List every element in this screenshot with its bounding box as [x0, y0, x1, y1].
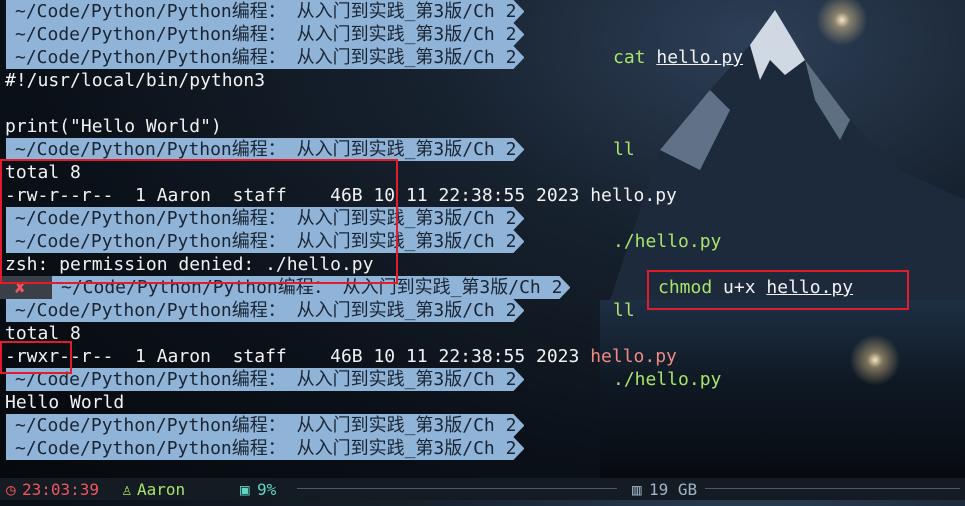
command-text: ./hello.py [613, 369, 722, 390]
memory-graph [705, 488, 960, 489]
status-bar: ◷ 23:03:39 ♙ Aaron ▣ 9% ▥ 19 GB [0, 478, 965, 500]
cpu-icon: ▣ [240, 480, 250, 499]
status-time: 23:03:39 [22, 480, 100, 499]
prompt-line: ~/Code/Python/Python编程： 从入门到实践_第3版/Ch 2 [0, 414, 43, 437]
executable-filename: hello.py [590, 346, 677, 367]
output-line: Hello World [0, 391, 124, 414]
prompt-line: ~/Code/Python/Python编程： 从入门到实践_第3版/Ch 2 [0, 0, 43, 23]
clock-icon: ◷ [6, 480, 16, 499]
prompt-segment: ~/Code/Python/Python编程： 从入门到实践_第3版/Ch 2 [6, 368, 524, 391]
status-cpu: 9% [257, 480, 277, 499]
prompt-segment: ~/Code/Python/Python编程： 从入门到实践_第3版/Ch 2 [6, 138, 524, 161]
command-text: cat hello.py [613, 47, 744, 68]
prompt-line: ~/Code/Python/Python编程： 从入门到实践_第3版/Ch 2 … [0, 299, 635, 322]
output-text: print("Hello World") [5, 116, 222, 137]
highlight-box-chmod-command [647, 270, 909, 310]
prompt-line: ~/Code/Python/Python编程： 从入门到实践_第3版/Ch 2 … [0, 46, 743, 69]
prompt-segment: ~/Code/Python/Python编程： 从入门到实践_第3版/Ch 2 [6, 23, 524, 46]
highlight-box-permission-denied [0, 159, 398, 284]
output-text: -rwxr--r-- 1 Aaron staff 46B 10 11 22:38… [5, 346, 677, 367]
prompt-line: ~/Code/Python/Python编程： 从入门到实践_第3版/Ch 2 [0, 437, 43, 460]
prompt-segment: ~/Code/Python/Python编程： 从入门到实践_第3版/Ch 2 [6, 437, 524, 460]
prompt-segment: ~/Code/Python/Python编程： 从入门到实践_第3版/Ch 2 [6, 0, 524, 23]
prompt-segment: ~/Code/Python/Python编程： 从入门到实践_第3版/Ch 2 [6, 46, 524, 69]
user-icon: ♙ [122, 480, 132, 499]
prompt-line: ~/Code/Python/Python编程： 从入门到实践_第3版/Ch 2 [0, 23, 43, 46]
output-line: #!/usr/local/bin/python3 [0, 69, 265, 92]
command-argument: hello.py [656, 47, 744, 68]
status-user: Aaron [137, 480, 186, 499]
prompt-segment: ~/Code/Python/Python编程： 从入门到实践_第3版/Ch 2 [6, 299, 524, 322]
output-line: print("Hello World") [0, 115, 222, 138]
cpu-graph [297, 488, 617, 489]
status-memory: 19 GB [649, 480, 698, 499]
command-text: ll [613, 300, 635, 321]
output-text: #!/usr/local/bin/python3 [5, 70, 266, 91]
prompt-line: ~/Code/Python/Python编程： 从入门到实践_第3版/Ch 2 … [0, 138, 635, 161]
highlight-box-permissions [0, 341, 72, 374]
command-text: ./hello.py [613, 231, 722, 252]
terminal-window[interactable]: ~/Code/Python/Python编程： 从入门到实践_第3版/Ch 2 … [0, 0, 965, 478]
prompt-segment: ~/Code/Python/Python编程： 从入门到实践_第3版/Ch 2 [6, 414, 524, 437]
program-output-text: Hello World [5, 392, 125, 413]
memory-icon: ▥ [632, 480, 642, 499]
command-text: ll [613, 139, 635, 160]
